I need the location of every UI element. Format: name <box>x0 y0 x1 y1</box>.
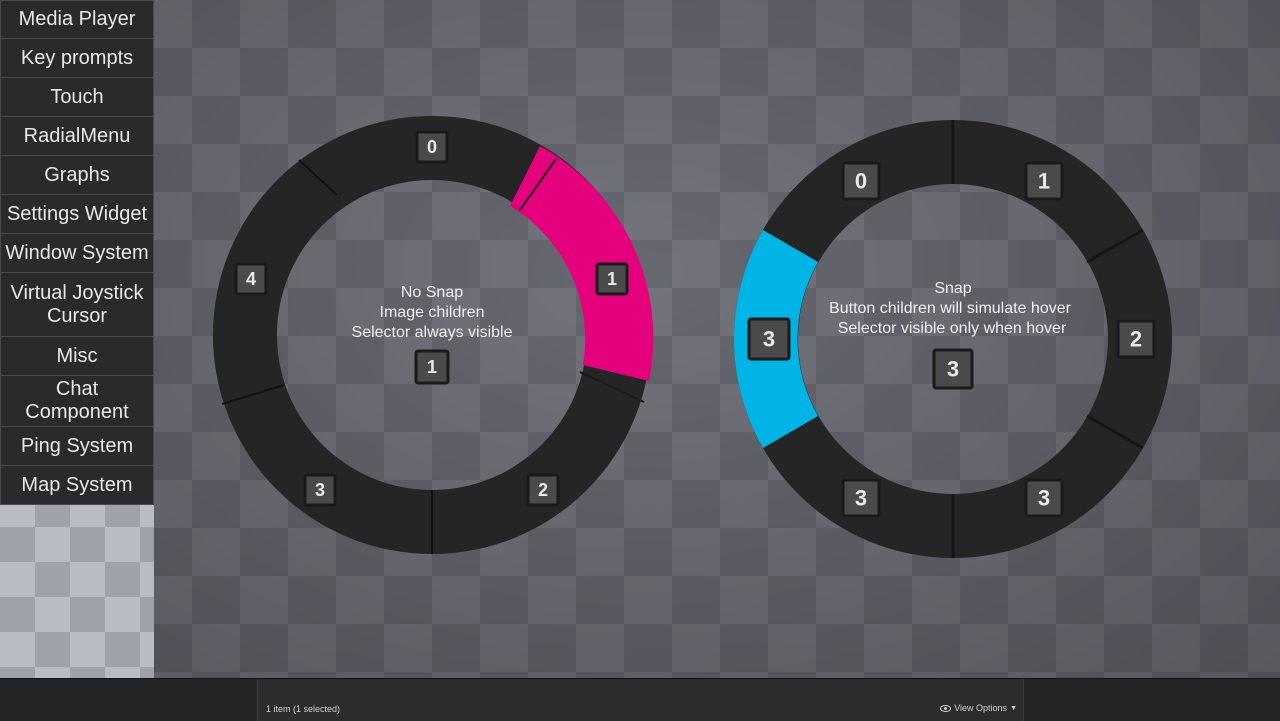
left-badge-4: 4 <box>234 262 268 296</box>
content-browser-bar: 1 item (1 selected) View Options ▼ <box>0 678 1280 721</box>
menu-item-misc[interactable]: Misc <box>0 337 154 376</box>
left-badge-3: 3 <box>303 473 337 507</box>
right-badge-5: 3 <box>1024 478 1064 518</box>
asset-panel-footer: 1 item (1 selected) View Options ▼ <box>257 679 1024 721</box>
menu-item-key-prompts[interactable]: Key prompts <box>0 39 154 78</box>
view-options-label: View Options <box>954 703 1008 713</box>
left-badge-0-label: 0 <box>427 137 437 157</box>
eye-icon <box>940 704 952 712</box>
viewport-floor-strip <box>0 492 154 678</box>
menu-item-radial-menu[interactable]: RadialMenu <box>0 117 154 156</box>
right-badge-2-label: 2 <box>1130 327 1142 352</box>
right-caption-line-1: Snap <box>934 280 971 297</box>
left-badge-3-label: 3 <box>315 480 325 500</box>
left-caption-line-3: Selector always visible <box>352 324 513 341</box>
radial-menus: 0 1 2 3 4 No Snap Image children Selecto… <box>212 115 1173 558</box>
menu-item-map-system[interactable]: Map System <box>0 466 154 505</box>
right-badge-4-label: 3 <box>855 486 867 511</box>
left-badge-1-label: 1 <box>607 269 617 289</box>
right-badge-1: 1 <box>1024 161 1064 201</box>
left-badge-2-label: 2 <box>538 480 548 500</box>
left-badge-1: 1 <box>595 262 629 296</box>
game-viewport: 0 1 2 3 4 No Snap Image children Selecto… <box>0 0 1280 678</box>
right-badge-3: 3 <box>747 317 791 361</box>
right-center-badge: 3 <box>932 348 974 390</box>
radial-menu-snap[interactable]: 0 1 2 3 3 3 Snap Button children will si… <box>733 119 1173 558</box>
right-ring <box>733 119 1173 558</box>
demo-menu: Media Player Key prompts Touch RadialMen… <box>0 0 154 505</box>
chevron-down-icon: ▼ <box>1010 704 1017 712</box>
left-center-badge: 1 <box>414 349 450 385</box>
menu-item-virtual-joystick-cursor[interactable]: Virtual Joystick Cursor <box>0 273 154 337</box>
menu-item-graphs[interactable]: Graphs <box>0 156 154 195</box>
menu-item-window-system[interactable]: Window System <box>0 234 154 273</box>
left-caption-line-1: No Snap <box>401 284 463 301</box>
left-badge-2: 2 <box>526 473 560 507</box>
radial-menu-no-snap[interactable]: 0 1 2 3 4 No Snap Image children Selecto… <box>212 115 654 555</box>
right-badge-1-label: 1 <box>1038 169 1050 194</box>
menu-item-chat-component[interactable]: Chat Component <box>0 376 154 427</box>
right-badge-5-label: 3 <box>1038 486 1050 511</box>
right-badge-4: 3 <box>841 478 881 518</box>
right-center-badge-label: 3 <box>947 357 959 382</box>
menu-item-media-player[interactable]: Media Player <box>0 0 154 39</box>
menu-item-settings-widget[interactable]: Settings Widget <box>0 195 154 234</box>
selection-status: 1 item (1 selected) <box>266 704 341 714</box>
left-caption-line-2: Image children <box>380 304 485 321</box>
left-center-badge-label: 1 <box>427 357 437 377</box>
menu-item-ping-system[interactable]: Ping System <box>0 427 154 466</box>
right-caption-line-2: Button children will simulate hover <box>829 300 1072 317</box>
right-badge-3-label: 3 <box>763 327 775 352</box>
view-options-button[interactable]: View Options ▼ <box>940 703 1017 713</box>
right-caption-line-3: Selector visible only when hover <box>838 320 1067 337</box>
left-badge-0: 0 <box>415 130 449 164</box>
right-badge-0-label: 0 <box>855 169 867 194</box>
left-badge-4-label: 4 <box>246 269 256 289</box>
right-badge-0: 0 <box>841 161 881 201</box>
menu-item-touch[interactable]: Touch <box>0 78 154 117</box>
left-selector-wedge <box>510 146 654 381</box>
right-badge-2: 2 <box>1116 319 1156 359</box>
